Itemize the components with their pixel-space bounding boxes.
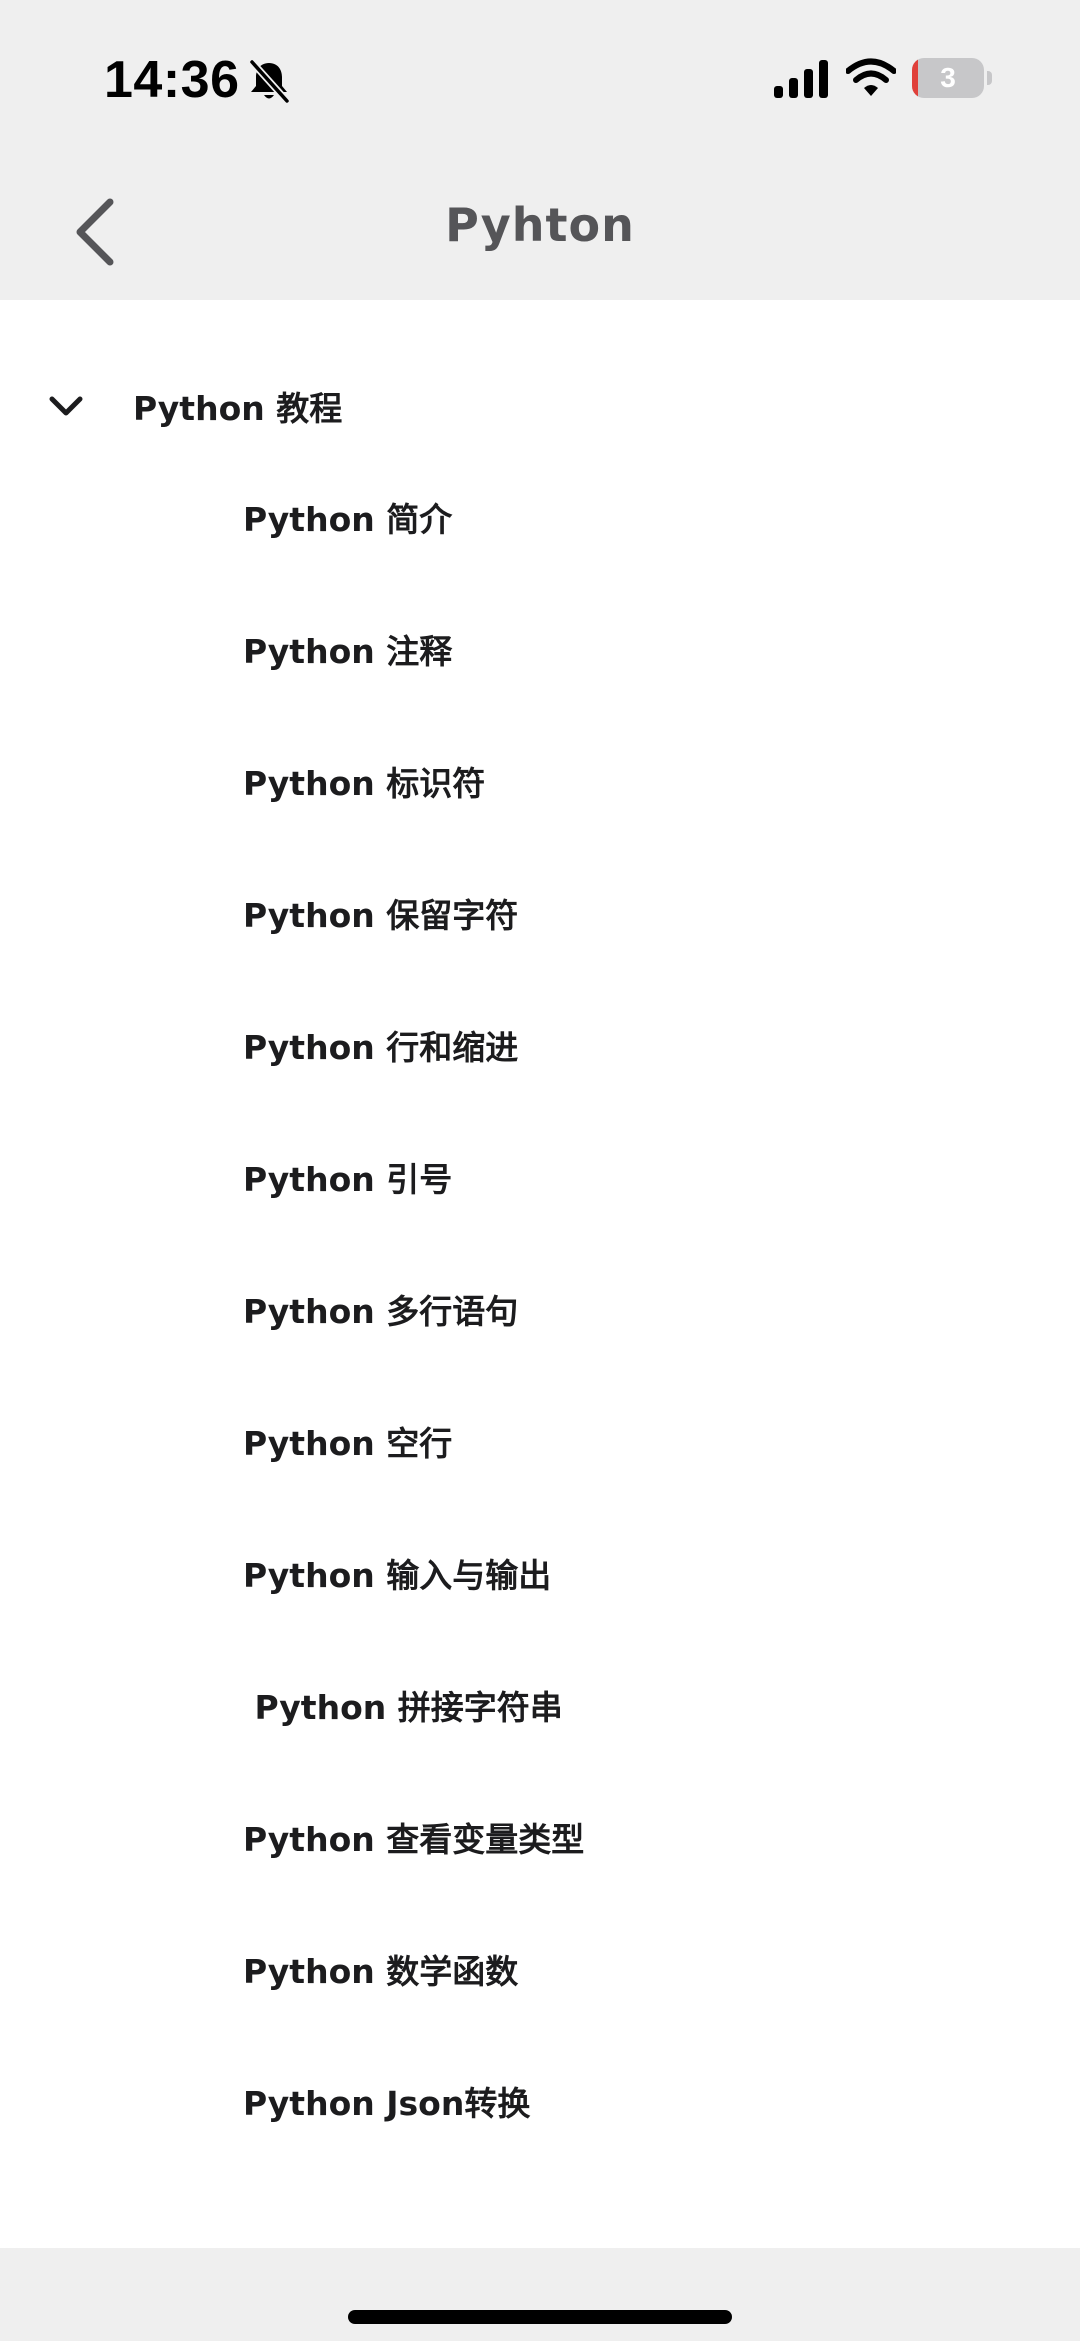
section-title: Python 教程: [133, 389, 343, 428]
list-item-label: Python 拼接字符串: [243, 1688, 563, 1727]
list-item[interactable]: Python 输入与输出: [0, 1554, 1080, 1686]
battery-tip: [987, 71, 992, 85]
page-title: Pyhton: [445, 198, 635, 252]
list-item-label: Python 查看变量类型: [243, 1820, 585, 1859]
list-item[interactable]: Python 多行语句: [0, 1290, 1080, 1422]
status-bar: 14:36 3: [0, 0, 1080, 150]
navigation-bar: Pyhton: [0, 150, 1080, 300]
battery-level: 3: [940, 62, 956, 93]
list-item-label: Python 多行语句: [243, 1292, 519, 1331]
list-item-label: Python 注释: [243, 632, 453, 671]
list-item[interactable]: Python 空行: [0, 1422, 1080, 1554]
content-area[interactable]: Python 教程 Python 简介 Python 注释 Python 标识符 Py…: [0, 300, 1080, 2248]
bell-slash-icon: [248, 58, 291, 104]
list-item[interactable]: Python 标识符: [0, 762, 1080, 894]
list-item[interactable]: Python 保留字符: [0, 894, 1080, 1026]
home-indicator-area: [0, 2248, 1080, 2341]
list-item[interactable]: Python 查看变量类型: [0, 1818, 1080, 1950]
list-item-label: Python 行和缩进: [243, 1028, 519, 1067]
battery-indicator: 3: [912, 58, 992, 98]
section-header-python-tutorial[interactable]: Python 教程: [0, 366, 1080, 446]
list-item-label: Python 空行: [243, 1424, 453, 1463]
list-item-label: Python 引号: [243, 1160, 453, 1199]
list-item[interactable]: Python Json转换: [0, 2082, 1080, 2214]
list-item[interactable]: Python 拼接字符串: [0, 1686, 1080, 1818]
list-item-label: Python 标识符: [243, 764, 486, 803]
signal-icon: [774, 60, 828, 98]
list-item[interactable]: Python 简介: [0, 498, 1080, 630]
list-item-label: Python 数学函数: [243, 1952, 519, 1991]
list-item[interactable]: Python 数学函数: [0, 1950, 1080, 2082]
chevron-down-icon[interactable]: [46, 390, 86, 422]
list-item[interactable]: Python 引号: [0, 1158, 1080, 1290]
list-item[interactable]: Python 注释: [0, 630, 1080, 762]
status-time: 14:36: [104, 51, 240, 109]
battery-icon: 3: [912, 58, 984, 98]
list-item-label: Python 输入与输出: [243, 1556, 552, 1595]
toc-list: Python 简介 Python 注释 Python 标识符 Python 保留字符 P…: [0, 498, 1080, 2214]
home-indicator[interactable]: [348, 2310, 732, 2324]
list-item-label: Python 保留字符: [243, 896, 519, 935]
list-item[interactable]: Python 行和缩进: [0, 1026, 1080, 1158]
wifi-icon: [846, 58, 896, 96]
list-item-label: Python 简介: [243, 500, 453, 539]
list-item-label: Python Json转换: [243, 2084, 531, 2123]
